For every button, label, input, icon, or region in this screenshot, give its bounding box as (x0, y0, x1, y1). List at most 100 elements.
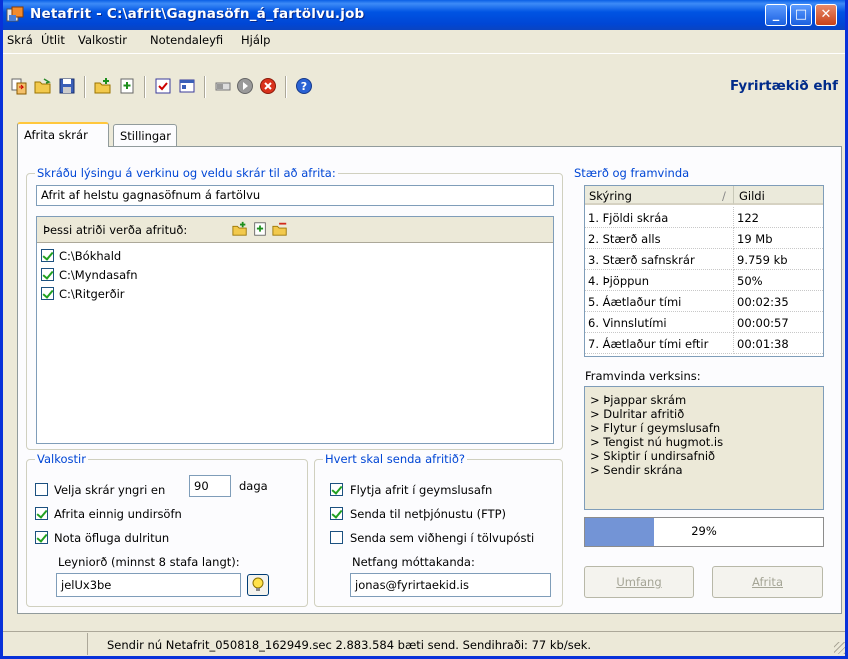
menu-view[interactable]: Útlit (41, 33, 65, 47)
generate-password-button[interactable] (247, 574, 269, 596)
help-icon[interactable]: ? (295, 77, 313, 95)
run-icon[interactable] (236, 77, 254, 95)
destination-group-legend: Hvert skal senda afritið? (323, 452, 467, 466)
row-label: 2. Stærð alls (585, 228, 734, 249)
add-folder-icon[interactable] (232, 221, 248, 237)
progress-log[interactable]: > Þjappar skrám > Dulritar afritið > Fly… (584, 386, 824, 510)
properties-icon[interactable] (178, 77, 196, 95)
copy-to-icon[interactable] (10, 77, 28, 95)
row-label: 6. Vinnslutími (585, 312, 734, 333)
lightbulb-icon (252, 577, 264, 591)
email-checkbox[interactable] (330, 531, 343, 544)
stats-grid[interactable]: Skýring / Gildi 1. Fjöldi skráa 122 2. S… (584, 185, 824, 357)
menu-licenses[interactable]: Notendaleyfi (150, 33, 223, 47)
window-title: Netafrit - C:\afrit\Gagnasöfn_á_fartölvu… (30, 6, 365, 22)
description-input[interactable]: Afrit af helstu gagnasöfnum á fartölvu (36, 185, 554, 206)
file-list-header: Þessi atriði verða afrituð: (37, 217, 553, 243)
menu-bar: Skrá Útlit Valkostir Notendaleyfi Hjálp (3, 30, 845, 50)
row-value: 00:01:38 (734, 333, 823, 354)
toolbar-separator (204, 76, 206, 98)
progress-percent: 29% (691, 524, 717, 538)
younger-files-checkbox[interactable] (35, 483, 48, 496)
archive-label: Flytja afrit í geymslusafn (350, 483, 493, 497)
toolbar-separator (285, 76, 287, 98)
add-file-icon[interactable] (118, 77, 136, 95)
days-input[interactable]: 90 (189, 475, 231, 497)
row-value: 50% (734, 270, 823, 291)
subfolders-checkbox[interactable] (35, 507, 48, 520)
list-item[interactable]: C:\Myndasafn (41, 267, 341, 283)
recipient-label: Netfang móttakanda: (352, 555, 475, 569)
log-line: > Sendir skrána (590, 463, 683, 477)
item-checkbox[interactable] (41, 268, 54, 281)
status-text: Sendir nú Netafrit_050818_162949.sec 2.8… (107, 638, 592, 652)
checklist-icon[interactable] (154, 77, 172, 95)
status-bar: Sendir nú Netafrit_050818_162949.sec 2.8… (3, 631, 845, 656)
progress-bar: 29% (584, 517, 824, 547)
row-label: 7. Áætlaður tími eftir (585, 333, 734, 354)
save-icon[interactable] (58, 77, 76, 95)
row-value: 122 (734, 207, 823, 228)
scope-button[interactable]: Umfang (584, 566, 694, 598)
company-name: Fyrirtækið ehf (729, 78, 838, 94)
options-group: Valkostir Velja skrár yngri en 90 daga A… (26, 452, 308, 607)
item-checkbox[interactable] (41, 249, 54, 262)
title-bar[interactable]: Netafrit - C:\afrit\Gagnasöfn_á_fartölvu… (3, 0, 845, 30)
remove-folder-icon[interactable] (272, 221, 288, 237)
column-header-description[interactable]: Skýring / (585, 186, 734, 205)
log-line: > Flytur í geymslusafn (590, 421, 721, 435)
days-unit-label: daga (239, 479, 268, 493)
file-list[interactable]: Þessi atriði verða afrituð: C:\Bókhald C… (36, 216, 554, 444)
encryption-checkbox[interactable] (35, 531, 48, 544)
column-header-label: Skýring (589, 189, 632, 203)
ftp-checkbox[interactable] (330, 507, 343, 520)
password-input[interactable]: jelUx3be (56, 573, 241, 597)
row-label: 3. Stærð safnskrár (585, 249, 734, 270)
backup-button[interactable]: Afrita (712, 566, 823, 598)
close-button[interactable]: ✕ (815, 4, 837, 26)
list-item-label: C:\Ritgerðir (59, 287, 125, 301)
status-divider (87, 633, 88, 655)
row-value: 19 Mb (734, 228, 823, 249)
open-folder-icon[interactable] (34, 77, 52, 95)
menu-options[interactable]: Valkostir (78, 33, 127, 47)
row-label: 4. Þjöppun (585, 270, 734, 291)
options-group-legend: Valkostir (35, 452, 88, 466)
menu-help[interactable]: Hjálp (241, 33, 270, 47)
toolbar-separator (84, 76, 86, 98)
add-folder-icon[interactable] (94, 77, 112, 95)
tab-backup-files[interactable]: Afrita skrár (17, 122, 109, 147)
progress-log-label: Framvinda verksins: (585, 369, 701, 383)
list-item[interactable]: C:\Bókhald (41, 248, 341, 264)
file-list-title: Þessi atriði verða afrituð: (43, 223, 188, 237)
toolbar: ? Fyrirtækið ehf (3, 53, 845, 105)
list-item[interactable]: C:\Ritgerðir (41, 286, 341, 302)
log-line: > Dulritar afritið (590, 407, 685, 421)
recipient-email-input[interactable]: jonas@fyrirtaekid.is (350, 573, 551, 597)
list-item-label: C:\Myndasafn (59, 268, 138, 282)
app-icon (6, 6, 24, 22)
column-header-label: Gildi (739, 189, 765, 203)
add-file-icon[interactable] (252, 221, 268, 237)
minimize-button[interactable]: _ (765, 4, 787, 26)
resize-grip[interactable] (834, 642, 845, 654)
row-value: 9.759 kb (734, 249, 823, 270)
column-header-value[interactable]: Gildi (734, 186, 823, 205)
maximize-button[interactable]: □ (790, 4, 812, 26)
main-window: Netafrit - C:\afrit\Gagnasöfn_á_fartölvu… (0, 0, 848, 659)
log-line: > Skiptir í undirsafnið (590, 449, 716, 463)
row-value: 00:02:35 (734, 291, 823, 312)
tab-settings[interactable]: Stillingar (113, 124, 177, 146)
row-label: 1. Fjöldi skráa (585, 207, 734, 228)
item-checkbox[interactable] (41, 287, 54, 300)
log-line: > Þjappar skrám (590, 393, 687, 407)
menu-file[interactable]: Skrá (7, 33, 33, 47)
stats-group-legend: Stærð og framvinda (572, 166, 692, 180)
password-label: Leyniorð (minnst 8 stafa langt): (58, 555, 240, 569)
progress-icon[interactable] (214, 77, 232, 95)
archive-checkbox[interactable] (330, 483, 343, 496)
encryption-label: Nota öfluga dulritun (54, 531, 170, 545)
row-label: 5. Áætlaður tími (585, 291, 734, 312)
list-item-label: C:\Bókhald (59, 249, 122, 263)
stop-icon[interactable] (259, 77, 277, 95)
